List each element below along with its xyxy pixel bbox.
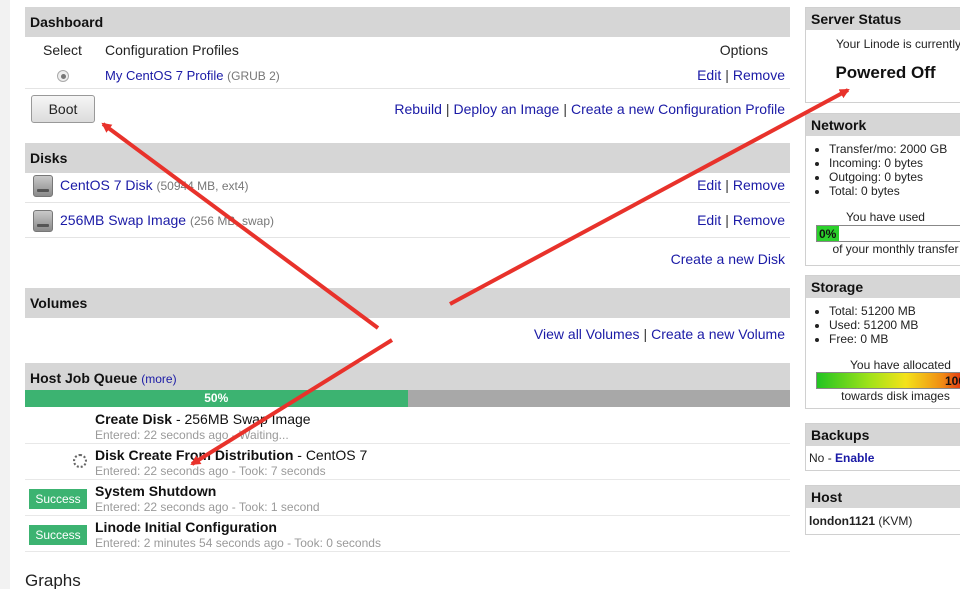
backups-separator: - (827, 451, 832, 465)
profile-kernel: (GRUB 2) (227, 69, 280, 83)
network-title: Network (806, 114, 960, 136)
host-type: (KVM) (878, 514, 913, 528)
host-name: london1121 (809, 514, 876, 528)
profile-link[interactable]: My CentOS 7 Profile (105, 68, 224, 83)
transfer-of-label: of your monthly transfer (832, 242, 959, 256)
disk-link[interactable]: 256MB Swap Image (60, 212, 186, 228)
loading-spinner-icon (73, 454, 87, 468)
hard-disk-icon (33, 175, 53, 197)
backups-panel: Backups No - Enable (805, 423, 960, 471)
rebuild-link[interactable]: Rebuild (394, 101, 441, 117)
job-queue-header: Host Job Queue (more) (25, 363, 790, 393)
host-title: Host (806, 486, 960, 508)
boot-row: Boot Rebuild | Deploy an Image | Create a ne… (25, 94, 790, 124)
backups-title: Backups (806, 424, 960, 446)
view-volumes-link[interactable]: View all Volumes (534, 326, 640, 342)
job-meta: Entered: 22 seconds ago - Took: 1 second (95, 500, 320, 514)
job-title: System Shutdown (95, 483, 217, 499)
disk-edit-link[interactable]: Edit (697, 212, 721, 228)
transfer-meter: 0% (816, 225, 960, 242)
network-stats: Transfer/mo: 2000 GB Incoming: 0 bytes O… (806, 142, 960, 198)
job-progress-fill: 50% (25, 390, 408, 407)
network-stat: Incoming: 0 bytes (829, 156, 960, 170)
server-status-panel: Server Status Your Linode is currently P… (805, 7, 960, 103)
backups-state: No (809, 451, 825, 465)
network-panel: Network Transfer/mo: 2000 GB Incoming: 0… (805, 113, 960, 266)
job-subtitle: - 256MB Swap Image (175, 411, 311, 427)
disk-row: CentOS 7 Disk (50944 MB, ext4) Edit | Remo… (25, 168, 790, 203)
enable-backups-link[interactable]: Enable (835, 451, 874, 465)
host-panel: Host london1121 (KVM) (805, 485, 960, 535)
job-subtitle: - CentOS 7 (297, 447, 368, 463)
disk-details: (256 MB, swap) (189, 214, 274, 228)
job-item: Success System Shutdown Entered: 22 seco… (25, 480, 790, 516)
disk-details: (50944 MB, ext4) (156, 179, 249, 193)
dashboard-header: Dashboard (25, 7, 790, 37)
server-status-line: Your Linode is currently (836, 37, 960, 51)
network-stat: Transfer/mo: 2000 GB (829, 142, 960, 156)
transfer-percent: 0% (819, 227, 837, 241)
hard-disk-icon (33, 210, 53, 232)
storage-title: Storage (806, 276, 960, 298)
storage-stat: Free: 0 MB (829, 332, 960, 346)
success-badge: Success (29, 489, 87, 509)
network-used-label: You have used (846, 210, 925, 224)
job-title: Disk Create From Distribution (95, 447, 294, 463)
deploy-image-link[interactable]: Deploy an Image (454, 101, 560, 117)
storage-stat: Total: 51200 MB (829, 304, 960, 318)
job-queue-title: Host Job Queue (30, 370, 138, 386)
job-title: Linode Initial Configuration (95, 519, 277, 535)
storage-meter: 100 (816, 372, 960, 389)
disk-row: 256MB Swap Image (256 MB, swap) Edit | Rem… (25, 203, 790, 238)
profile-remove-link[interactable]: Remove (733, 67, 785, 83)
storage-towards-label: towards disk images (841, 389, 950, 403)
success-badge: Success (29, 525, 87, 545)
column-options: Options (719, 42, 768, 58)
volumes-header: Volumes (25, 288, 790, 318)
boot-button[interactable]: Boot (31, 95, 95, 123)
graphs-heading: Graphs (25, 571, 81, 589)
storage-percent: 100 (944, 374, 960, 388)
config-profile-row: My CentOS 7 Profile (GRUB 2) Edit | Remove (25, 62, 790, 89)
storage-stats: Total: 51200 MB Used: 51200 MB Free: 0 M… (806, 304, 960, 346)
job-meta: Entered: 22 seconds ago - Waiting... (95, 428, 289, 442)
job-item: Create Disk - 256MB Swap Image Entered: … (25, 408, 790, 444)
job-progress-bar: 50% (25, 390, 790, 407)
disk-link[interactable]: CentOS 7 Disk (60, 177, 153, 193)
storage-panel: Storage Total: 51200 MB Used: 51200 MB F… (805, 275, 960, 409)
power-state: Powered Off (835, 63, 936, 82)
disk-edit-link[interactable]: Edit (697, 177, 721, 193)
network-stat: Total: 0 bytes (829, 184, 960, 198)
storage-stat: Used: 51200 MB (829, 318, 960, 332)
left-rail (0, 0, 10, 589)
create-profile-link[interactable]: Create a new Configuration Profile (571, 101, 785, 117)
profile-radio[interactable] (57, 70, 69, 82)
job-title: Create Disk (95, 411, 173, 427)
disk-remove-link[interactable]: Remove (733, 212, 785, 228)
column-config-profiles: Configuration Profiles (105, 42, 239, 58)
job-queue-more-link[interactable]: (more) (141, 372, 176, 386)
storage-alloc-label: You have allocated (850, 358, 951, 372)
config-table-header: Select Configuration Profiles Options (25, 38, 790, 62)
disk-remove-link[interactable]: Remove (733, 177, 785, 193)
server-status-title: Server Status (806, 8, 960, 30)
column-select: Select (43, 42, 82, 58)
job-item: Success Linode Initial Configuration Ent… (25, 516, 790, 552)
profile-edit-link[interactable]: Edit (697, 67, 721, 83)
create-volume-link[interactable]: Create a new Volume (651, 326, 785, 342)
job-meta: Entered: 2 minutes 54 seconds ago - Took… (95, 536, 381, 550)
create-disk-link[interactable]: Create a new Disk (671, 251, 785, 267)
job-item: Disk Create From Distribution - CentOS 7… (25, 444, 790, 480)
job-meta: Entered: 22 seconds ago - Took: 7 second… (95, 464, 326, 478)
network-stat: Outgoing: 0 bytes (829, 170, 960, 184)
